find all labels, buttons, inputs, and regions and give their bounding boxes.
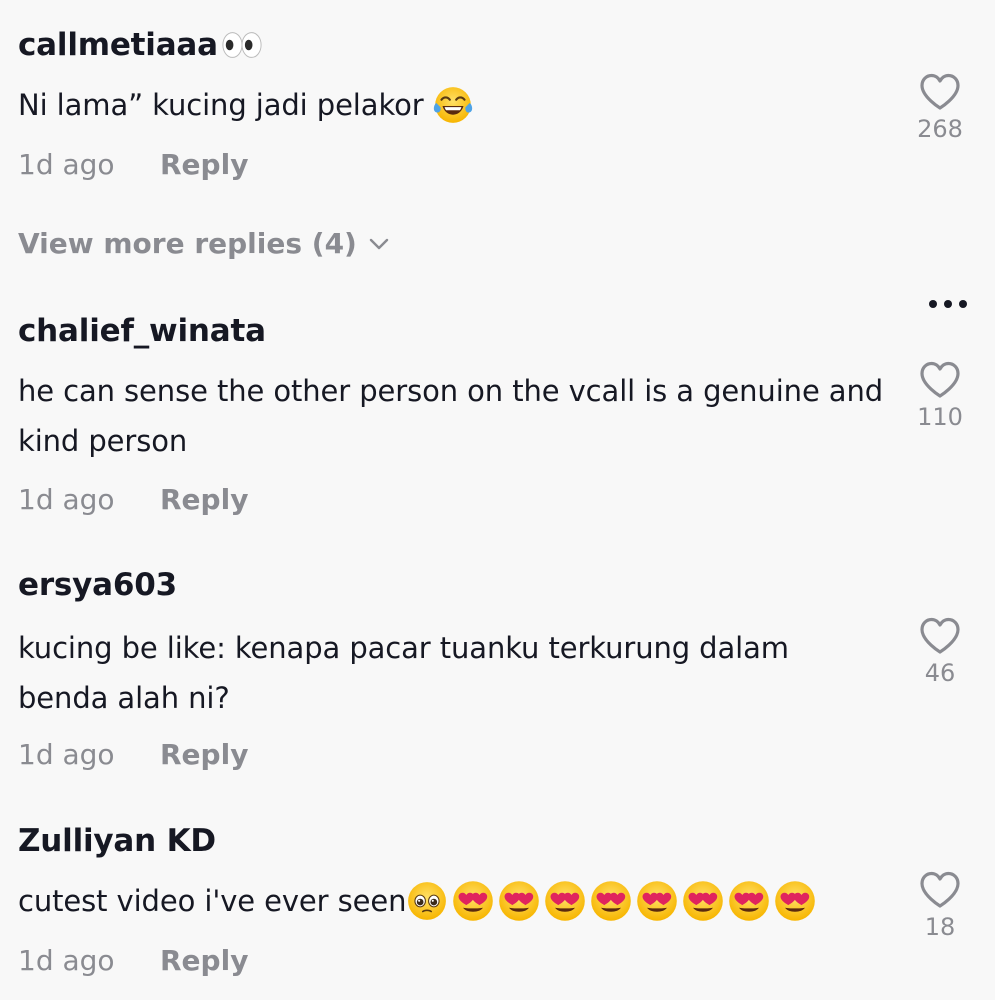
like-count: 268 <box>917 115 963 143</box>
chevron-down-icon[interactable] <box>369 237 389 251</box>
comment-item: Zulliyan KD cutest video i've ever seen … <box>18 822 995 977</box>
comment-meta: 1d ago Reply <box>18 148 248 182</box>
like-button[interactable]: 46 <box>910 616 970 688</box>
comment-time: 1d ago <box>18 483 115 516</box>
comment-username[interactable]: ersya603 <box>18 566 177 604</box>
comment-text-body: cutest video i've ever seen <box>18 884 407 918</box>
like-count: 46 <box>924 659 956 687</box>
heart-eyes-emoji <box>681 879 725 923</box>
like-count: 18 <box>924 913 956 941</box>
like-button[interactable]: 268 <box>910 72 970 144</box>
view-more-replies[interactable]: View more replies (4) <box>18 226 389 262</box>
reply-button[interactable]: Reply <box>160 148 248 182</box>
more-horizontal-icon[interactable] <box>929 300 967 308</box>
reply-button[interactable]: Reply <box>160 483 248 517</box>
pleading-face-emoji <box>406 880 448 922</box>
comment-username-row[interactable]: callmetiaaa <box>18 26 995 64</box>
comment-meta: 1d ago Reply <box>18 483 248 517</box>
comment-text: Ni lama” kucing jadi pelakor <box>18 80 888 130</box>
comment-username[interactable]: callmetiaaa <box>18 26 218 64</box>
heart-eyes-emoji <box>451 879 495 923</box>
more-dot <box>959 300 967 308</box>
like-count: 110 <box>917 403 963 431</box>
heart-outline-icon[interactable] <box>918 616 962 656</box>
comment-text: he can sense the other person on the vca… <box>18 366 898 466</box>
heart-outline-icon[interactable] <box>918 870 962 910</box>
more-dot <box>929 300 937 308</box>
more-dot <box>944 300 952 308</box>
heart-eyes-emoji <box>635 879 679 923</box>
heart-eyes-emoji <box>589 879 633 923</box>
comment-text: cutest video i've ever seen <box>18 876 888 926</box>
reply-button[interactable]: Reply <box>160 738 248 772</box>
like-button[interactable]: 18 <box>910 870 970 942</box>
comment-text-body: kucing be like: kenapa pacar tuanku terk… <box>18 631 789 715</box>
comment-text-body: Ni lama” kucing jadi pelakor <box>18 88 424 122</box>
comment-username-row[interactable]: ersya603 <box>18 566 995 604</box>
comment-username[interactable]: chalief_winata <box>18 312 266 350</box>
heart-outline-icon[interactable] <box>918 72 962 112</box>
comment-item: callmetiaaa Ni lama” kucing jadi pelakor… <box>18 26 995 181</box>
comment-username-row[interactable]: Zulliyan KD <box>18 822 995 860</box>
comment-username-row[interactable]: chalief_winata <box>18 312 995 350</box>
heart-eyes-emoji <box>727 879 771 923</box>
comment-meta: 1d ago Reply <box>18 944 248 978</box>
comment-meta: 1d ago Reply <box>18 738 248 772</box>
comment-username[interactable]: Zulliyan KD <box>18 822 216 860</box>
comment-time: 1d ago <box>18 738 115 771</box>
heart-outline-icon[interactable] <box>918 360 962 400</box>
tears-of-joy-emoji <box>432 84 474 126</box>
comment-time: 1d ago <box>18 148 115 181</box>
eyes-emoji <box>221 30 263 60</box>
view-more-label[interactable]: View more replies (4) <box>18 226 357 262</box>
like-button[interactable]: 110 <box>910 360 970 432</box>
heart-eyes-emoji <box>543 879 587 923</box>
heart-eyes-emoji <box>773 879 817 923</box>
comment-time: 1d ago <box>18 944 115 977</box>
comment-text: kucing be like: kenapa pacar tuanku terk… <box>18 623 868 723</box>
heart-eyes-emoji <box>497 879 541 923</box>
reply-button[interactable]: Reply <box>160 944 248 978</box>
comment-item: chalief_winata he can sense the other pe… <box>18 312 995 516</box>
comment-item: ersya603 kucing be like: kenapa pacar tu… <box>18 566 995 771</box>
comment-text-body: he can sense the other person on the vca… <box>18 374 884 458</box>
